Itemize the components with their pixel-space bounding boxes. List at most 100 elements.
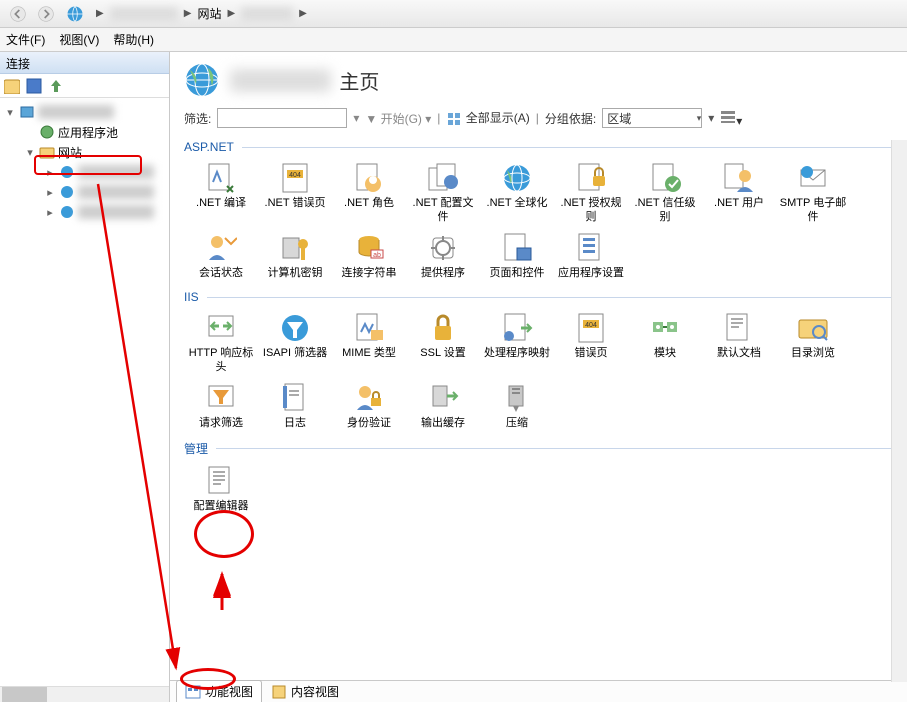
feature-iis-0[interactable]: HTTP 响应标头	[184, 308, 258, 378]
feature-aspnet-14[interactable]: 应用程序设置	[554, 228, 628, 284]
feature-aspnet-9[interactable]: 会话状态	[184, 228, 258, 284]
feature-iis-2[interactable]: MIME 类型	[332, 308, 406, 378]
feature-aspnet-13[interactable]: 页面和控件	[480, 228, 554, 284]
feature-icon: 404	[279, 162, 311, 194]
content-area: XXXX 主页 筛选: ▾ ▼ 开始(G) ▾ | 全部显示(A) | 分组依据…	[170, 52, 907, 702]
breadcrumb[interactable]: ▶ XXXXXX ▶ 网站 ▶ XXXX ▶	[60, 5, 903, 23]
feature-icon	[279, 312, 311, 344]
feature-label: 模块	[654, 346, 676, 360]
feature-label: .NET 编译	[196, 196, 246, 210]
feature-label: 应用程序设置	[558, 266, 624, 280]
feature-icon	[649, 162, 681, 194]
feature-iis-3[interactable]: SSL 设置	[406, 308, 480, 378]
feature-icon	[353, 162, 385, 194]
menu-file[interactable]: 文件(F)	[6, 31, 45, 48]
feature-label: 输出缓存	[421, 416, 465, 430]
feature-label: 压缩	[506, 416, 528, 430]
breadcrumb-sites[interactable]: 网站	[197, 5, 221, 22]
feature-icon	[427, 312, 459, 344]
expand-icon[interactable]: ▸	[44, 166, 56, 179]
feature-iis-5[interactable]: 404错误页	[554, 308, 628, 378]
start-button[interactable]: ▼ 开始(G) ▾	[365, 110, 431, 127]
feature-mgmt-0[interactable]: 配置编辑器	[184, 461, 258, 517]
feature-label: SSL 设置	[420, 346, 465, 360]
tree-app-pools[interactable]: 应用程序池	[58, 124, 118, 141]
feature-label: .NET 错误页	[265, 196, 326, 210]
feature-icon	[279, 382, 311, 414]
feature-label: 配置编辑器	[194, 499, 249, 513]
view-mode-button[interactable]: ▾	[720, 109, 742, 128]
feature-label: 计算机密钥	[268, 266, 323, 280]
feature-icon	[205, 162, 237, 194]
feature-iis-4[interactable]: 处理程序映射	[480, 308, 554, 378]
svg-text:404: 404	[585, 322, 597, 329]
feature-label: 页面和控件	[490, 266, 545, 280]
feature-icon	[427, 382, 459, 414]
up-icon[interactable]	[48, 78, 64, 94]
sections-scroll[interactable]: ASP.NET .NET 编译404.NET 错误页.NET 角色.NET 配置…	[170, 134, 907, 680]
groupby-select[interactable]: 区域▾	[602, 108, 702, 128]
chevron-right-icon: ▶	[299, 8, 307, 19]
feature-aspnet-0[interactable]: .NET 编译	[184, 158, 258, 228]
tree-sites[interactable]: 网站	[58, 144, 82, 161]
feature-aspnet-3[interactable]: .NET 配置文件	[406, 158, 480, 228]
feature-aspnet-12[interactable]: 提供程序	[406, 228, 480, 284]
feature-aspnet-2[interactable]: .NET 角色	[332, 158, 406, 228]
expand-icon[interactable]: ▸	[44, 186, 56, 199]
feature-icon: ab	[353, 232, 385, 264]
collapse-icon[interactable]: ▾	[24, 146, 36, 159]
menu-help[interactable]: 帮助(H)	[113, 31, 154, 48]
feature-iis-7[interactable]: 默认文档	[702, 308, 776, 378]
feature-iis-10[interactable]: 日志	[258, 378, 332, 434]
feature-label: .NET 全球化	[487, 196, 548, 210]
feature-icon	[353, 382, 385, 414]
breadcrumb-site[interactable]: XXXX	[241, 7, 293, 21]
forward-button[interactable]	[32, 2, 60, 26]
connections-toolbar	[0, 74, 169, 98]
feature-icon	[797, 312, 829, 344]
globe-icon	[184, 62, 220, 98]
feature-aspnet-1[interactable]: 404 .NET 错误页	[258, 158, 332, 228]
feature-icon	[427, 232, 459, 264]
feature-iis-9[interactable]: 请求筛选	[184, 378, 258, 434]
feature-aspnet-8[interactable]: SMTP 电子邮件	[776, 158, 850, 228]
connections-tree[interactable]: ▾ XXXXX 应用程序池 ▾ 网站 ▸ XXXXX ▸	[0, 98, 169, 686]
tree-site-3[interactable]: XXXXX	[78, 205, 154, 219]
feature-icon	[723, 312, 755, 344]
feature-icon	[279, 232, 311, 264]
feature-aspnet-11[interactable]: ab连接字符串	[332, 228, 406, 284]
tree-site-2[interactable]: XXXXX	[78, 185, 154, 199]
feature-aspnet-4[interactable]: .NET 全球化	[480, 158, 554, 228]
feature-aspnet-6[interactable]: .NET 信任级别	[628, 158, 702, 228]
menu-view[interactable]: 视图(V)	[59, 31, 99, 48]
tree-server-label[interactable]: XXXXX	[38, 105, 114, 119]
collapse-icon[interactable]: ▾	[4, 106, 16, 119]
feature-aspnet-7[interactable]: .NET 用户	[702, 158, 776, 228]
feature-iis-11[interactable]: 身份验证	[332, 378, 406, 434]
feature-aspnet-5[interactable]: .NET 授权规则	[554, 158, 628, 228]
feature-label: 请求筛选	[199, 416, 243, 430]
filter-input[interactable]	[217, 108, 347, 128]
connections-header: 连接	[0, 52, 169, 74]
feature-icon	[797, 162, 829, 194]
refresh-icon[interactable]	[4, 78, 20, 94]
globe-icon	[66, 5, 84, 23]
feature-label: HTTP 响应标头	[186, 346, 256, 374]
showall-button[interactable]: 全部显示(A)	[446, 109, 529, 127]
feature-iis-12[interactable]: 输出缓存	[406, 378, 480, 434]
tab-content-view[interactable]: 内容视图	[262, 680, 348, 702]
feature-aspnet-10[interactable]: 计算机密钥	[258, 228, 332, 284]
horizontal-scrollbar[interactable]	[0, 686, 169, 702]
tab-features-view[interactable]: 功能视图	[176, 680, 262, 702]
feature-label: 默认文档	[717, 346, 761, 360]
feature-iis-1[interactable]: ISAPI 筛选器	[258, 308, 332, 378]
expand-icon[interactable]: ▸	[44, 206, 56, 219]
feature-iis-13[interactable]: 压缩	[480, 378, 554, 434]
back-button[interactable]	[4, 2, 32, 26]
tree-site-1[interactable]: XXXXX	[78, 165, 154, 179]
breadcrumb-server[interactable]: XXXXXX	[110, 7, 178, 21]
save-icon[interactable]	[26, 78, 42, 94]
feature-iis-6[interactable]: 模块	[628, 308, 702, 378]
feature-iis-8[interactable]: 目录浏览	[776, 308, 850, 378]
vertical-scrollbar[interactable]	[891, 140, 907, 682]
